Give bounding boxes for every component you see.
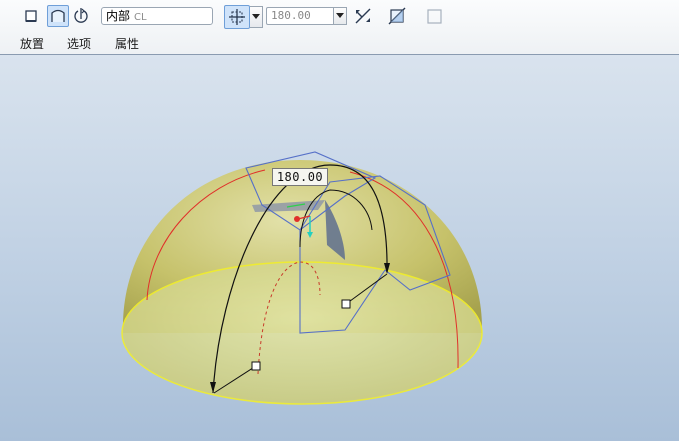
angle-dimension-label[interactable]: 180.00: [272, 168, 328, 186]
axis-reference-field[interactable]: 内部 CL: [101, 7, 213, 25]
thicken-button[interactable]: [423, 5, 445, 27]
dashboard-tabs: 放置 选项 属性: [0, 33, 679, 53]
thicken-icon: [427, 9, 442, 24]
drag-handle-left[interactable]: [251, 361, 261, 371]
tab-options[interactable]: 选项: [67, 35, 91, 52]
flip-button[interactable]: [70, 5, 92, 27]
blind-depth-icon: [229, 9, 245, 25]
triad-origin: [294, 216, 300, 222]
solid-icon: [25, 10, 37, 22]
angle-input[interactable]: 180.00: [266, 7, 334, 25]
revolve-preview-scene: [121, 151, 483, 405]
solid-button[interactable]: [20, 5, 42, 27]
feature-dashboard: 内部 CL 180.00 放置 选项 属性: [0, 0, 679, 55]
graphics-viewport[interactable]: 180.00: [0, 55, 679, 441]
axis-reference-placeholder: CL: [134, 12, 147, 23]
tab-placement[interactable]: 放置: [20, 35, 44, 52]
remove-material-icon: [388, 7, 406, 25]
flip-icon: [74, 8, 88, 23]
flip-direction-icon: [355, 8, 371, 24]
chevron-down-icon: [336, 13, 344, 18]
revolve-feature-window: 内部 CL 180.00 放置 选项 属性 180.00: [0, 0, 679, 441]
angle-value: 180.00: [271, 9, 311, 22]
depth-option-dropdown[interactable]: [250, 6, 263, 28]
angle-dropdown[interactable]: [334, 7, 347, 25]
tab-properties[interactable]: 属性: [115, 35, 139, 52]
axis-reference-value: 内部: [106, 9, 131, 23]
chevron-down-icon: [252, 14, 260, 19]
depth-option-button[interactable]: [224, 5, 250, 29]
remove-material-button[interactable]: [386, 5, 408, 27]
drag-handle-right[interactable]: [341, 299, 351, 309]
flip-direction-button[interactable]: [352, 5, 374, 27]
surface-button[interactable]: [47, 5, 69, 27]
surface-icon: [51, 9, 65, 22]
